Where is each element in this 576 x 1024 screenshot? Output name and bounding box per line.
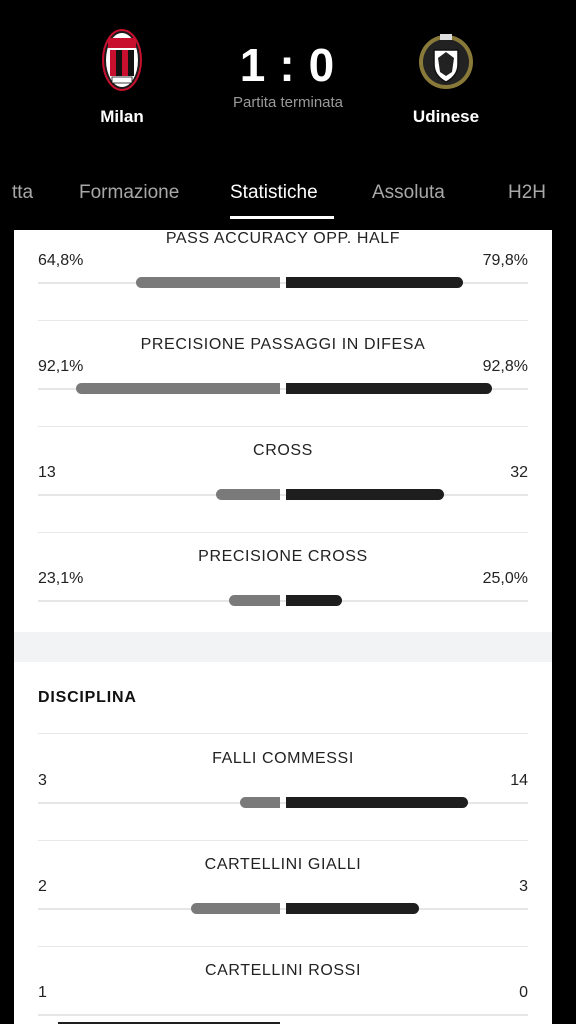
stat-cross: CROSS 13 32 [38, 442, 528, 548]
tab-statistiche[interactable]: Statistiche [230, 182, 318, 204]
active-tab-indicator [230, 216, 334, 219]
tab-bar: tta Formazione Statistiche Assoluta H2H [0, 176, 576, 219]
scoreline: 1:0 [188, 38, 388, 92]
stat-title: CROSS [253, 442, 313, 459]
stat-away-bar [286, 489, 444, 500]
divider [38, 840, 528, 841]
stat-home-value: 1 [38, 984, 47, 1001]
divider [38, 733, 528, 734]
stat-home-value: 64,8% [38, 252, 84, 269]
match-status: Partita terminata [232, 94, 344, 111]
stat-home-value: 3 [38, 772, 47, 789]
divider [38, 320, 528, 321]
away-team[interactable]: Udinese [376, 28, 516, 127]
stat-away-bar [286, 903, 419, 914]
section-title-disciplina: DISCIPLINA [38, 689, 137, 706]
stat-away-value: 3 [519, 878, 528, 895]
stat-home-value: 2 [38, 878, 47, 895]
stat-home-bar [191, 903, 280, 914]
stat-title: FALLI COMMESSI [212, 750, 354, 767]
stat-title: CARTELLINI GIALLI [204, 856, 362, 873]
tab-formazione[interactable]: Formazione [79, 182, 179, 204]
stats-panel[interactable]: PASS ACCURACY OPP. HALF 64,8% 79,8% PREC… [14, 230, 552, 1024]
stat-home-value: 13 [38, 464, 56, 481]
stat-home-value: 92,1% [38, 358, 84, 375]
stat-home-bar [136, 277, 280, 288]
stat-pass-accuracy-opp-half: PASS ACCURACY OPP. HALF 64,8% 79,8% [38, 230, 528, 336]
stat-track [38, 600, 528, 602]
score-separator: : [279, 39, 297, 91]
udinese-crest-icon [419, 34, 473, 89]
stat-away-value: 0 [519, 984, 528, 1001]
divider [38, 946, 528, 947]
section-separator [14, 632, 552, 662]
stat-title: PASS ACCURACY OPP. HALF [165, 230, 401, 247]
away-score: 0 [308, 39, 337, 91]
divider [38, 426, 528, 427]
stat-home-bar [229, 595, 280, 606]
stat-away-bar [286, 797, 468, 808]
tab-h2h[interactable]: H2H [508, 182, 546, 204]
stat-away-value: 92,8% [482, 358, 528, 375]
stat-away-value: 79,8% [482, 252, 528, 269]
stat-away-bar [286, 595, 342, 606]
stat-falli-commessi: FALLI COMMESSI 3 14 [38, 750, 528, 856]
stat-title: CARTELLINI ROSSI [204, 962, 361, 979]
home-team[interactable]: Milan [52, 28, 192, 127]
stat-track [38, 494, 528, 496]
stat-track [38, 1014, 528, 1016]
match-header: Milan 1:0 Partita terminata Udinese tta … [0, 0, 576, 230]
milan-crest-icon [102, 29, 142, 91]
away-team-name: Udinese [412, 107, 480, 126]
stat-away-bar [286, 277, 463, 288]
stat-home-bar [216, 489, 280, 500]
stat-home-value: 23,1% [38, 570, 84, 587]
tab-cronaca[interactable]: tta [12, 182, 33, 204]
stat-home-bar [76, 383, 280, 394]
tab-assoluta[interactable]: Assoluta [372, 182, 445, 204]
stat-away-bar [286, 383, 492, 394]
stat-title: PRECISIONE PASSAGGI IN DIFESA [140, 336, 426, 353]
stat-cartellini-gialli: CARTELLINI GIALLI 2 3 [38, 856, 528, 962]
stat-track [38, 908, 528, 910]
stat-away-value: 14 [510, 772, 528, 789]
stat-home-bar [240, 797, 280, 808]
stat-away-value: 32 [510, 464, 528, 481]
stat-title: PRECISIONE CROSS [198, 548, 368, 565]
divider [38, 532, 528, 533]
home-score: 1 [239, 39, 268, 91]
stat-away-value: 25,0% [482, 570, 528, 587]
stat-cartellini-rossi: CARTELLINI ROSSI 1 0 [38, 962, 528, 1024]
stat-precisione-passaggi-difesa: PRECISIONE PASSAGGI IN DIFESA 92,1% 92,8… [38, 336, 528, 442]
home-team-name: Milan [100, 107, 144, 126]
